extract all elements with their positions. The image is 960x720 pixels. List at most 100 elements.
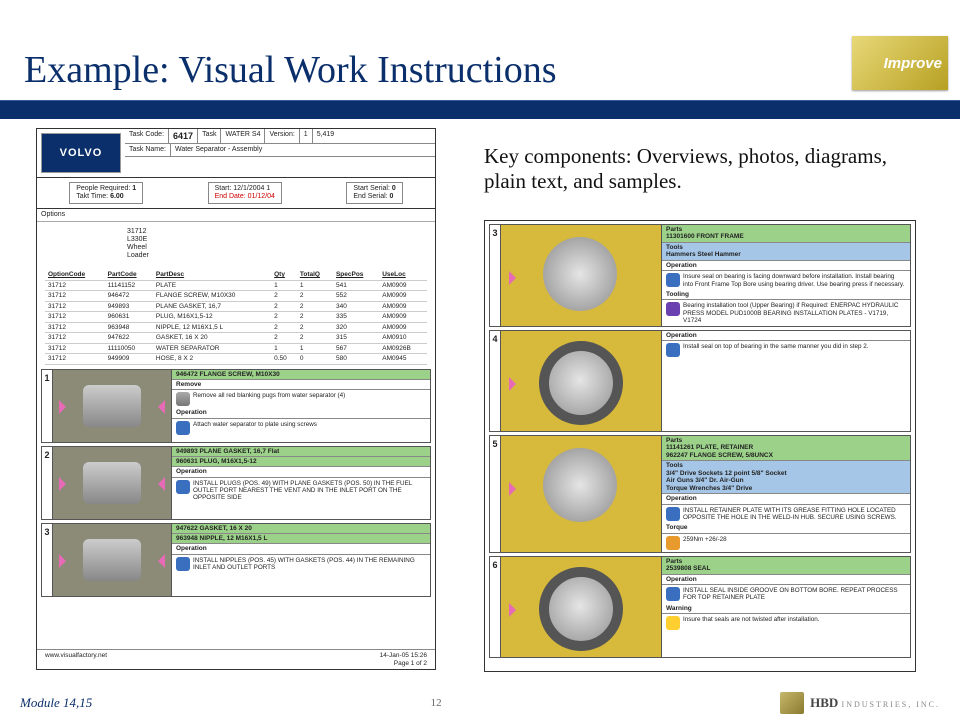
info-people: People Required: 1 Takt Time: 6.00 xyxy=(69,182,143,204)
operation-icon xyxy=(666,273,680,287)
operation-icon xyxy=(666,507,680,521)
instruction-step: 5 Parts11141261 PLATE, RETAINER962247 FL… xyxy=(489,435,911,553)
task-value: WATER S4 xyxy=(221,129,265,143)
instruction-step: 2 949893 PLANE GASKET, 16,7 Flat 960631 … xyxy=(41,446,431,520)
section-label: Operation xyxy=(662,575,910,585)
section-label: Operation xyxy=(172,408,430,418)
instruction-step: 3 947622 GASKET, 16 X 20 963948 NIPPLE, … xyxy=(41,523,431,597)
options-label: Options xyxy=(37,209,435,222)
step-photo xyxy=(500,225,662,326)
step-number: 3 xyxy=(490,225,500,326)
step-number: 3 xyxy=(42,524,52,596)
step-text: Bearing installation tool (Upper Bearing… xyxy=(662,300,910,326)
step-text: Insure seal on bearing is facing downwar… xyxy=(662,271,910,289)
task-label: Task xyxy=(198,129,221,143)
step-number: 2 xyxy=(42,447,52,519)
table-row: 31712949893PLANE GASKET, 16,722340AM0909 xyxy=(45,301,427,311)
step-number: 4 xyxy=(490,331,500,431)
task-code: 6417 xyxy=(169,129,198,143)
slide-footer: Module 14,15 12 HBD INDUSTRIES, INC. xyxy=(20,692,940,714)
section-label: Warning xyxy=(662,604,910,614)
step-photo xyxy=(52,370,172,442)
instruction-step: 4 Operation Install seal on top of beari… xyxy=(489,330,911,432)
operation-icon xyxy=(176,421,190,435)
section-label: Operation xyxy=(662,331,910,341)
step-text: INSTALL SEAL INSIDE GROOVE ON BOTTOM BOR… xyxy=(662,585,910,603)
module-label: Module 14,15 xyxy=(20,695,92,711)
step-photo xyxy=(500,331,662,431)
task-name-label: Task Name: xyxy=(125,144,171,156)
step-photo xyxy=(52,524,172,596)
doc-footer: www.visualfactory.net 14-Jan-05 15:26 Pa… xyxy=(37,649,435,669)
parts-band: Parts11141261 PLATE, RETAINER962247 FLAN… xyxy=(662,436,910,461)
tools-band: Tools3/4" Drive Sockets 12 point 5/8" So… xyxy=(662,461,910,494)
step-text: Insure that seals are not twisted after … xyxy=(662,614,910,632)
table-row: 31712947622GASKET, 16 X 2022315AM0910 xyxy=(45,333,427,343)
step-number: 5 xyxy=(490,436,500,552)
section-label: Operation xyxy=(662,261,910,271)
task-code-label: Task Code: xyxy=(125,129,169,143)
part-band: 963948 NIPPLE, 12 M16X1,5 L xyxy=(172,534,430,544)
step-text: Remove all red blanking pugs from water … xyxy=(172,390,430,408)
rev: 5,419 xyxy=(313,129,339,143)
section-label: Remove xyxy=(172,380,430,390)
part-band: 960631 PLUG, M16X1,5-12 xyxy=(172,457,430,467)
improve-label: Improve xyxy=(884,55,942,72)
operation-icon xyxy=(666,343,680,357)
info-dates: Start: 12/1/2004 1 End Date: 01/12/04 xyxy=(208,182,282,204)
step-text: Install seal on top of bearing in the sa… xyxy=(662,341,910,359)
part-band: 947622 GASKET, 16 X 20 xyxy=(172,524,430,534)
instruction-step: 6 Parts2539808 SEAL Operation INSTALL SE… xyxy=(489,556,911,658)
improve-badge: Improve xyxy=(852,36,948,90)
company-subtitle: INDUSTRIES, INC. xyxy=(842,700,940,709)
table-row: 3171211110050WATER SEPARATOR11567AM0926B xyxy=(45,343,427,353)
step-text: 259Nm +26/-28 xyxy=(662,534,910,552)
info-serials: Start Serial: 0 End Serial: 0 xyxy=(346,182,402,204)
table-row: 31712949909HOSE, 8 X 20.500580AM0945 xyxy=(45,354,427,364)
tools-band: ToolsHammers Steel Hammer xyxy=(662,243,910,261)
version-label: Version: xyxy=(265,129,299,143)
step-photo xyxy=(500,436,662,552)
slide: Improve Example: Visual Work Instruction… xyxy=(0,0,960,720)
step-photo xyxy=(500,557,662,657)
instruction-step: 3 Parts11301600 FRONT FRAME ToolsHammers… xyxy=(489,224,911,327)
section-label: Torque xyxy=(662,523,910,533)
tooling-icon xyxy=(666,302,680,316)
warning-icon xyxy=(666,616,680,630)
instruction-step: 1 946472 FLANGE SCREW, M10X30 Remove Rem… xyxy=(41,369,431,443)
step-text: INSTALL NIPPLES (POS. 45) WITH GASKETS (… xyxy=(172,555,430,573)
section-label: Tooling xyxy=(662,290,910,300)
work-instruction-doc-left: VOLVO Task Code: 6417 Task WATER S4 Vers… xyxy=(36,128,436,670)
step-number: 1 xyxy=(42,370,52,442)
step-text: INSTALL RETAINER PLATE WITH ITS GREASE F… xyxy=(662,505,910,523)
table-row: 31712963948NIPPLE, 12 M16X1,5 L22320AM09… xyxy=(45,322,427,332)
table-row: 3171211141152PLATE11541AM0909 xyxy=(45,280,427,290)
version-value: 1 xyxy=(300,129,313,143)
section-label: Operation xyxy=(662,494,910,504)
doc-header: VOLVO Task Code: 6417 Task WATER S4 Vers… xyxy=(37,129,435,178)
operation-icon xyxy=(176,557,190,571)
page-number: 12 xyxy=(431,697,442,709)
step-text: INSTALL PLUGS (POS. 49) WITH PLANE GASKE… xyxy=(172,478,430,504)
step-photo xyxy=(52,447,172,519)
operation-icon xyxy=(176,392,190,406)
step-text: Attach water separator to plate using sc… xyxy=(172,419,430,437)
work-instruction-doc-right: 3 Parts11301600 FRONT FRAME ToolsHammers… xyxy=(484,220,916,672)
hbd-logo-icon xyxy=(780,692,804,714)
content-area: Key components: Overviews, photos, diagr… xyxy=(24,128,936,680)
volvo-logo: VOLVO xyxy=(41,133,121,173)
step-number: 6 xyxy=(490,557,500,657)
parts-band: Parts11301600 FRONT FRAME xyxy=(662,225,910,243)
torque-icon xyxy=(666,536,680,550)
table-row: 31712960631PLUG, M16X1,5-1222335AM0909 xyxy=(45,312,427,322)
section-label: Operation xyxy=(172,544,430,554)
operation-icon xyxy=(666,587,680,601)
company-name: HBD xyxy=(810,695,838,710)
part-band: 949893 PLANE GASKET, 16,7 Flat xyxy=(172,447,430,457)
part-band: 946472 FLANGE SCREW, M10X30 xyxy=(172,370,430,380)
task-name: Water Separator - Assembly xyxy=(171,144,435,156)
options-block: 31712L330EWheelLoader xyxy=(37,222,435,266)
parts-band: Parts2539808 SEAL xyxy=(662,557,910,575)
parts-table: OptionCodePartCodePartDescQtyTotalQSpecP… xyxy=(45,270,427,364)
operation-icon xyxy=(176,480,190,494)
